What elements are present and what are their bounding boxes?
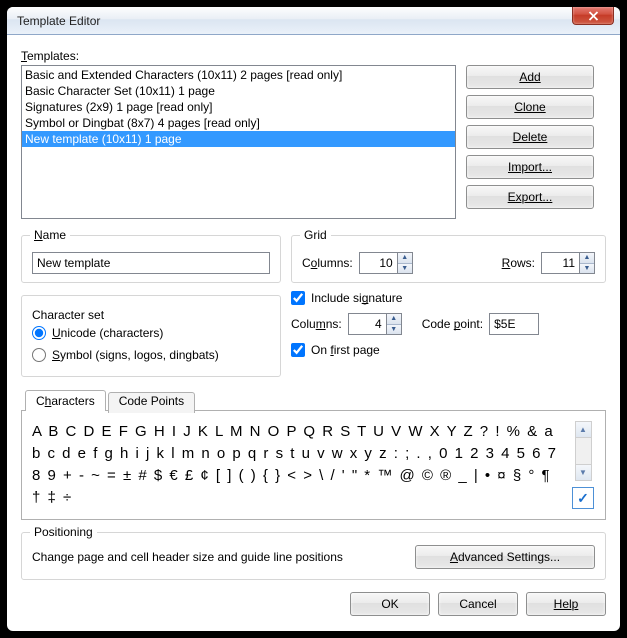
export-button[interactable]: Export... <box>466 185 594 209</box>
cancel-button[interactable]: Cancel <box>438 592 518 616</box>
columns-input[interactable] <box>359 252 397 274</box>
list-item[interactable]: Basic and Extended Characters (10x11) 2 … <box>22 67 455 83</box>
advanced-settings-button[interactable]: Advanced Settings... <box>415 545 595 569</box>
rows-label: Rows: <box>502 256 535 270</box>
close-icon <box>588 11 599 21</box>
rows-stepper[interactable]: ▲▼ <box>541 252 595 274</box>
grid-label: Grid <box>300 228 331 242</box>
include-signature-checkbox[interactable] <box>291 291 305 305</box>
charset-label: Character set <box>32 308 270 322</box>
character-tabs: Characters Code Points A B C D E F G H I… <box>21 389 606 520</box>
charset-group: Character set Unicode (characters) Symbo… <box>21 295 281 377</box>
client-area: Templates: Basic and Extended Characters… <box>7 35 620 628</box>
chevron-down-icon[interactable]: ▼ <box>580 264 594 274</box>
rows-input[interactable] <box>541 252 579 274</box>
chevron-up-icon[interactable]: ▲ <box>387 314 401 325</box>
columns-stepper[interactable]: ▲▼ <box>359 252 413 274</box>
positioning-group: Positioning Change page and cell header … <box>21 532 606 580</box>
name-group: Name <box>21 235 281 283</box>
check-icon: ✓ <box>577 490 589 507</box>
list-item[interactable]: Symbol or Dingbat (8x7) 4 pages [read on… <box>22 115 455 131</box>
first-page-label: On first page <box>311 343 380 357</box>
import-button[interactable]: Import... <box>466 155 594 179</box>
clone-button[interactable]: Clone <box>466 95 594 119</box>
first-page-checkbox[interactable] <box>291 343 305 357</box>
list-item[interactable]: Signatures (2x9) 1 page [read only] <box>22 99 455 115</box>
codepoint-label: Code point: <box>422 317 483 331</box>
titlebar[interactable]: Template Editor <box>7 7 620 35</box>
templates-label: Templates: <box>21 49 606 63</box>
help-button[interactable]: Help <box>526 592 606 616</box>
chevron-down-icon[interactable]: ▼ <box>398 264 412 274</box>
radio-symbol[interactable] <box>32 348 46 362</box>
chevron-up-icon[interactable]: ▲ <box>398 253 412 264</box>
ok-button[interactable]: OK <box>350 592 430 616</box>
positioning-label: Positioning <box>30 525 97 539</box>
include-signature-label: Include signature <box>311 291 402 305</box>
radio-unicode-label: Unicode (characters) <box>52 326 163 340</box>
sig-columns-stepper[interactable]: ▲▼ <box>348 313 402 335</box>
delete-button[interactable]: Delete <box>466 125 594 149</box>
templates-listbox[interactable]: Basic and Extended Characters (10x11) 2 … <box>21 65 456 219</box>
sig-columns-label: Columns: <box>291 317 342 331</box>
name-input[interactable] <box>32 252 270 274</box>
chevron-up-icon[interactable]: ▲ <box>580 253 594 264</box>
positioning-desc: Change page and cell header size and gui… <box>32 550 343 564</box>
radio-symbol-label: Symbol (signs, logos, dingbats) <box>52 348 219 362</box>
window-title: Template Editor <box>17 14 100 28</box>
sig-columns-input[interactable] <box>348 313 386 335</box>
chevron-down-icon[interactable]: ▼ <box>576 464 591 480</box>
char-picker-button[interactable]: ✓ <box>572 487 594 509</box>
chevron-down-icon[interactable]: ▼ <box>387 325 401 335</box>
tab-codepoints[interactable]: Code Points <box>108 392 195 413</box>
list-item[interactable]: New template (10x11) 1 page <box>22 131 455 147</box>
tab-body: A B C D E F G H I J K L M N O P Q R S T … <box>21 410 606 520</box>
name-label: Name <box>30 228 70 242</box>
add-button[interactable]: Add <box>466 65 594 89</box>
window: Template Editor Templates: Basic and Ext… <box>7 7 620 631</box>
scrollbar[interactable]: ▲ ▼ <box>575 421 592 481</box>
grid-group: Grid Columns: ▲▼ Rows: ▲▼ <box>291 235 606 283</box>
radio-unicode[interactable] <box>32 326 46 340</box>
tab-characters[interactable]: Characters <box>25 390 106 411</box>
close-button[interactable] <box>572 7 614 25</box>
columns-label: Columns: <box>302 256 353 270</box>
codepoint-input[interactable] <box>489 313 539 335</box>
characters-textarea[interactable]: A B C D E F G H I J K L M N O P Q R S T … <box>32 421 563 509</box>
list-item[interactable]: Basic Character Set (10x11) 1 page <box>22 83 455 99</box>
chevron-up-icon[interactable]: ▲ <box>576 422 591 438</box>
